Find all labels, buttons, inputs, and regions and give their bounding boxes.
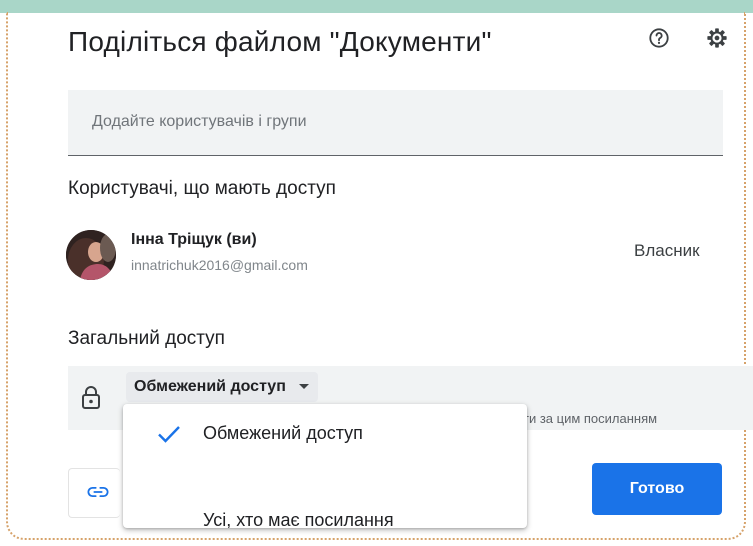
general-access-heading: Загальний доступ <box>68 328 225 349</box>
access-dropdown-menu: Обмежений доступ Усі, хто має посилання <box>123 404 527 528</box>
dropdown-caret-icon <box>298 384 309 389</box>
menu-item-label: Усі, хто має посилання <box>203 510 394 528</box>
people-with-access-heading: Користувачі, що мають доступ <box>68 178 336 199</box>
link-icon[interactable] <box>87 485 109 499</box>
avatar-photo-icon <box>66 230 116 280</box>
general-access-dropdown[interactable]: Обмежений доступ <box>126 372 318 402</box>
user-name: Інна Тріщук (ви) <box>131 231 257 248</box>
avatar <box>66 230 116 280</box>
general-access-selected: Обмежений доступ <box>134 378 286 395</box>
menu-item-label: Обмежений доступ <box>203 423 363 443</box>
user-email: innatrichuk2016@gmail.com <box>131 257 308 273</box>
checkmark-icon <box>158 426 180 443</box>
add-people-field[interactable] <box>68 90 723 156</box>
done-button[interactable]: Готово <box>592 463 722 515</box>
general-access-description: ти за цим посиланням <box>523 411 753 426</box>
general-access-description-text: ти за цим посиланням <box>523 411 658 426</box>
lock-icon <box>82 386 100 409</box>
menu-item-anyone-with-link[interactable]: Усі, хто має посилання <box>123 468 527 528</box>
user-role: Власник <box>634 241 700 260</box>
help-icon[interactable] <box>648 27 670 49</box>
settings-gear-icon[interactable] <box>706 27 728 49</box>
add-people-input[interactable] <box>92 90 692 154</box>
dialog-title: Поділіться файлом "Документи" <box>68 26 492 57</box>
menu-item-restricted[interactable]: Обмежений доступ <box>123 404 527 464</box>
